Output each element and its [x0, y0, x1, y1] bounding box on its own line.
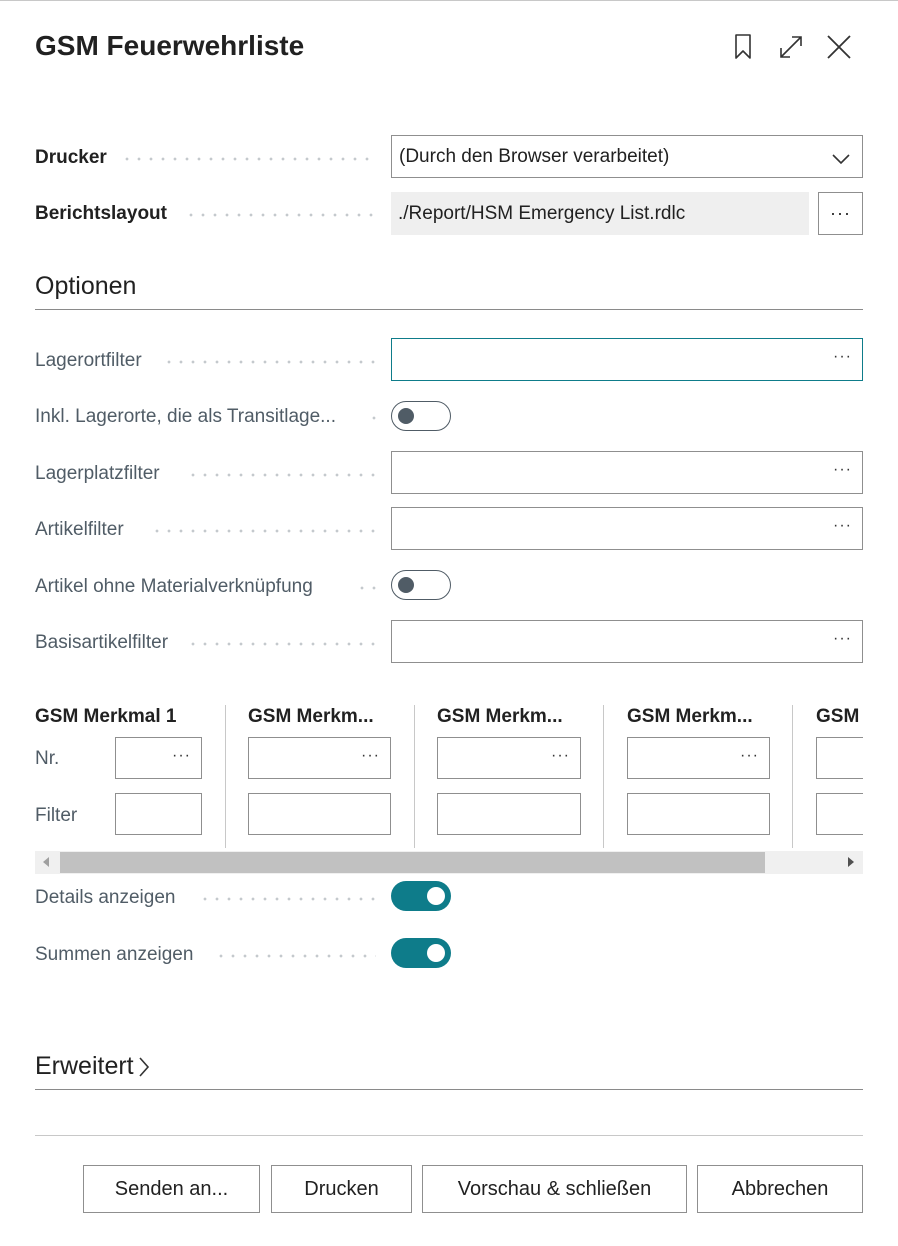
item-filter-dots — [151, 529, 376, 533]
no-material-link-toggle[interactable] — [391, 570, 451, 600]
merkmal-2-filter-input[interactable] — [248, 793, 391, 835]
show-details-toggle[interactable] — [391, 881, 451, 911]
bin-filter-input[interactable]: ··· — [391, 451, 863, 494]
print-button[interactable]: Drucken — [271, 1165, 412, 1213]
grid-column-divider — [792, 705, 793, 848]
cancel-button[interactable]: Abbrechen — [697, 1165, 863, 1213]
expand-icon[interactable] — [776, 32, 806, 62]
item-filter-input[interactable]: ··· — [391, 507, 863, 550]
grid-column-divider — [603, 705, 604, 848]
toggle-knob — [427, 944, 445, 962]
preview-close-button[interactable]: Vorschau & schließen — [422, 1165, 687, 1213]
toggle-knob — [398, 577, 414, 593]
location-filter-label: Lagerortfilter — [35, 350, 142, 371]
toggle-knob — [398, 408, 414, 424]
chevron-right-icon — [138, 1056, 150, 1078]
layout-value: ./Report/HSM Emergency List.rdlc — [391, 192, 809, 235]
advanced-divider — [35, 1089, 863, 1090]
merkmal-1-filter-input[interactable] — [115, 793, 202, 835]
options-divider — [35, 309, 863, 310]
incl-transit-toggle[interactable] — [391, 401, 451, 431]
base-item-filter-lookup[interactable]: ··· — [833, 630, 852, 648]
grid-column-header-3: GSM Merkm... — [437, 706, 563, 727]
layout-label: Berichtslayout — [35, 203, 167, 224]
item-filter-lookup[interactable]: ··· — [833, 517, 852, 535]
merkmal-1-nr-lookup[interactable]: ··· — [172, 747, 191, 765]
merkmal-4-nr-input[interactable]: ··· — [627, 737, 770, 779]
location-filter-dots — [163, 360, 376, 364]
top-border — [0, 0, 898, 1]
no-material-link-dots — [356, 586, 378, 590]
options-heading: Optionen — [35, 272, 137, 300]
show-totals-dots — [215, 954, 376, 958]
bin-filter-dots — [187, 473, 376, 477]
printer-leader-dots — [121, 157, 376, 161]
grid-column-header-4: GSM Merkm... — [627, 706, 753, 727]
close-icon[interactable] — [824, 32, 854, 62]
show-details-dots — [199, 897, 376, 901]
merkmal-3-filter-input[interactable] — [437, 793, 581, 835]
show-totals-label: Summen anzeigen — [35, 944, 194, 965]
grid-row-label-filter: Filter — [35, 805, 78, 826]
grid-column-header-2: GSM Merkm... — [248, 706, 374, 727]
show-details-label: Details anzeigen — [35, 887, 176, 908]
bookmark-icon[interactable] — [728, 32, 758, 62]
printer-label: Drucker — [35, 147, 107, 168]
merkmal-5-filter-input[interactable] — [816, 793, 863, 835]
dialog-title: GSM Feuerwehrliste — [35, 30, 305, 61]
footer-divider — [35, 1135, 863, 1136]
merkmal-4-filter-input[interactable] — [627, 793, 770, 835]
merkmal-5-nr-input[interactable] — [816, 737, 863, 779]
advanced-section-toggle[interactable]: Erweitert — [35, 1052, 150, 1081]
scrollbar-thumb[interactable] — [60, 852, 765, 873]
scroll-right-icon[interactable] — [848, 857, 854, 867]
location-filter-input[interactable]: ··· — [391, 338, 863, 381]
base-item-filter-dots — [187, 642, 376, 646]
merkmal-2-nr-lookup[interactable]: ··· — [361, 747, 380, 765]
grid-column-header-1: GSM Merkmal 1 — [35, 706, 177, 727]
no-material-link-label: Artikel ohne Materialverknüpfung — [35, 576, 313, 597]
location-filter-lookup[interactable]: ··· — [833, 348, 852, 366]
merkmal-3-nr-lookup[interactable]: ··· — [551, 747, 570, 765]
scroll-left-icon[interactable] — [43, 857, 49, 867]
printer-select[interactable]: (Durch den Browser verarbeitet) — [391, 135, 863, 178]
printer-select-value: (Durch den Browser verarbeitet) — [399, 145, 670, 167]
bin-filter-label: Lagerplatzfilter — [35, 463, 160, 484]
advanced-heading: Erweitert — [35, 1052, 134, 1080]
layout-leader-dots — [185, 213, 376, 217]
merkmal-1-nr-input[interactable]: ··· — [115, 737, 202, 779]
grid-column-divider — [225, 705, 226, 848]
grid-column-header-5: GSM — [816, 706, 860, 727]
incl-transit-label: Inkl. Lagerorte, die als Transitlage... — [35, 406, 336, 427]
base-item-filter-input[interactable]: ··· — [391, 620, 863, 663]
layout-lookup-button[interactable]: ··· — [818, 192, 863, 235]
chevron-down-icon — [832, 149, 850, 171]
grid-column-divider — [414, 705, 415, 848]
merkmal-4-nr-lookup[interactable]: ··· — [740, 747, 759, 765]
send-to-button[interactable]: Senden an... — [83, 1165, 260, 1213]
show-totals-toggle[interactable] — [391, 938, 451, 968]
bin-filter-lookup[interactable]: ··· — [833, 461, 852, 479]
merkmal-3-nr-input[interactable]: ··· — [437, 737, 581, 779]
item-filter-label: Artikelfilter — [35, 519, 124, 540]
grid-row-label-nr: Nr. — [35, 748, 60, 769]
horizontal-scrollbar[interactable] — [35, 851, 863, 874]
base-item-filter-label: Basisartikelfilter — [35, 632, 169, 653]
toggle-knob — [427, 887, 445, 905]
incl-transit-dots — [368, 416, 378, 420]
merkmal-2-nr-input[interactable]: ··· — [248, 737, 391, 779]
